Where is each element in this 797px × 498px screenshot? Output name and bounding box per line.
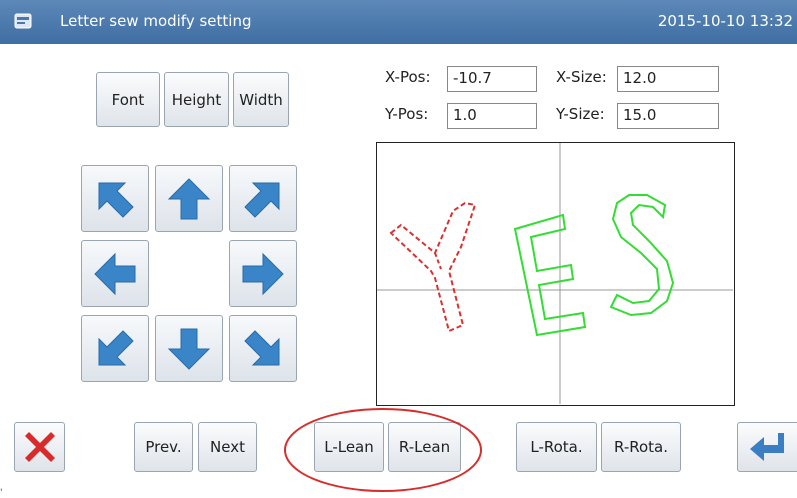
move-down-left-button[interactable] xyxy=(81,315,149,382)
x-pos-field[interactable]: -10.7 xyxy=(447,66,537,92)
y-pos-field[interactable]: 1.0 xyxy=(447,103,537,129)
prev-button[interactable]: Prev. xyxy=(134,422,193,472)
arrow-right-icon xyxy=(242,252,284,295)
width-button[interactable]: Width xyxy=(233,72,289,127)
arrow-up-icon xyxy=(167,177,211,219)
enter-button[interactable] xyxy=(737,422,797,472)
arrow-down-left-icon xyxy=(98,329,134,365)
x-size-label: X-Size: xyxy=(556,68,607,86)
arrow-up-left-icon xyxy=(98,182,134,218)
letter-preview-drawing xyxy=(377,143,733,404)
arrow-up-right-icon xyxy=(244,182,280,218)
next-button[interactable]: Next xyxy=(198,422,257,472)
app-window-icon xyxy=(14,13,32,29)
move-down-button[interactable] xyxy=(155,315,223,382)
title-bar: Letter sew modify setting 2015-10-10 13:… xyxy=(0,0,797,44)
r-rota-button[interactable]: R-Rota. xyxy=(601,422,681,472)
move-up-right-button[interactable] xyxy=(229,165,297,232)
enter-return-icon xyxy=(749,433,784,461)
y-pos-label: Y-Pos: xyxy=(385,105,429,123)
datetime: 2015-10-10 13:32 xyxy=(657,12,793,30)
letter-preview-canvas[interactable] xyxy=(376,142,735,406)
height-button[interactable]: Height xyxy=(164,72,229,127)
letter-y-inner xyxy=(434,252,442,270)
move-up-left-button[interactable] xyxy=(81,165,149,232)
move-down-right-button[interactable] xyxy=(229,315,297,382)
arrow-down-right-icon xyxy=(244,329,280,365)
letter-y-outline xyxy=(389,201,477,333)
move-up-button[interactable] xyxy=(155,165,223,232)
y-size-label: Y-Size: xyxy=(556,105,605,123)
l-rota-button[interactable]: L-Rota. xyxy=(516,422,597,472)
letter-e-outline xyxy=(513,213,587,337)
cancel-button[interactable] xyxy=(14,422,65,472)
bottom-toolbar: Prev. Next L-Lean R-Lean L-Rota. R-Rota. xyxy=(0,406,797,495)
corner-mark: ' xyxy=(0,488,3,498)
move-right-button[interactable] xyxy=(229,240,297,307)
font-button[interactable]: Font xyxy=(96,72,160,127)
arrow-left-icon xyxy=(94,252,136,295)
close-x-icon xyxy=(24,432,55,462)
r-lean-button[interactable]: R-Lean xyxy=(388,422,461,472)
x-size-field[interactable]: 12.0 xyxy=(617,66,719,92)
x-pos-label: X-Pos: xyxy=(385,68,431,86)
l-lean-button[interactable]: L-Lean xyxy=(314,422,384,472)
move-left-button[interactable] xyxy=(81,240,149,307)
arrow-down-icon xyxy=(167,328,211,370)
letter-s-outline xyxy=(609,194,675,317)
window-title: Letter sew modify setting xyxy=(60,12,252,30)
y-size-field[interactable]: 15.0 xyxy=(617,103,719,129)
